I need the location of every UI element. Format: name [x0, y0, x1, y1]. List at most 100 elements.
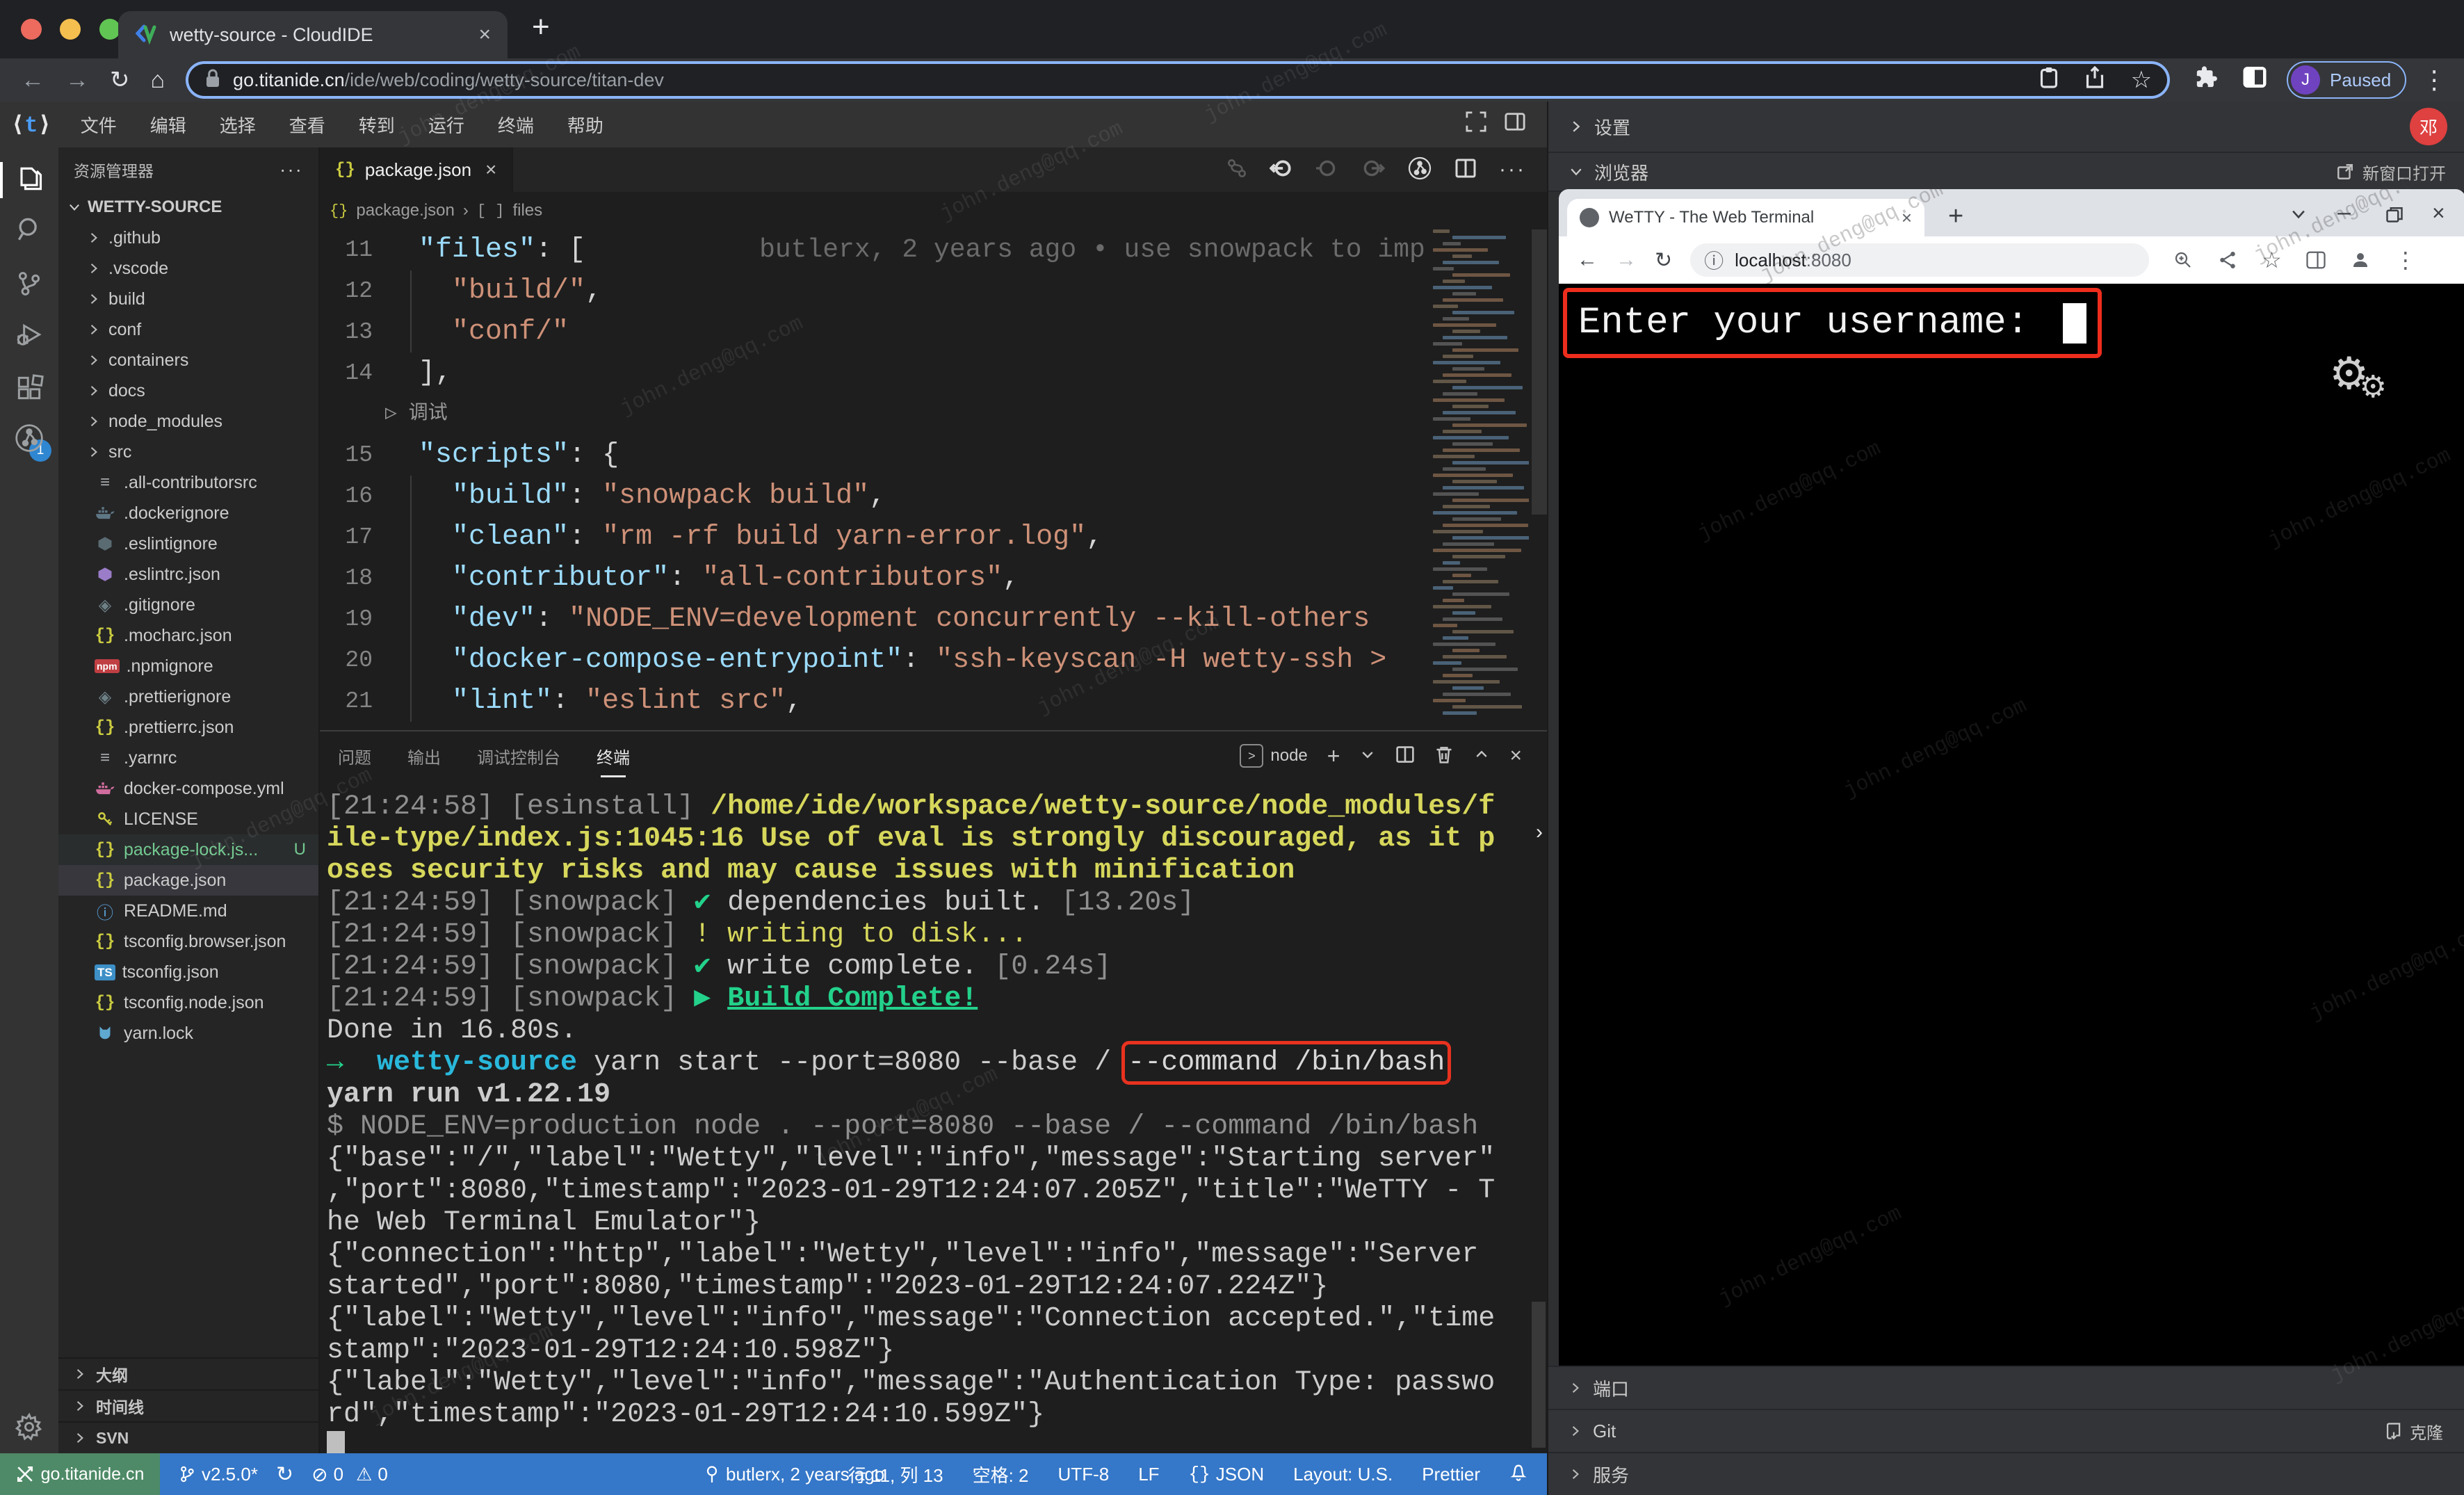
embedded-tab-close-icon[interactable]: ×: [1902, 207, 1912, 229]
menu-item-1[interactable]: 文件: [64, 112, 133, 138]
home-icon[interactable]: ⌂: [151, 67, 165, 94]
tree-file-README.md[interactable]: ⓘREADME.md: [58, 896, 318, 926]
tree-folder-conf[interactable]: conf: [58, 314, 318, 345]
problems-indicator[interactable]: ⊘0 ⚠0: [311, 1463, 388, 1486]
menu-item-8[interactable]: 帮助: [551, 112, 620, 138]
minimize-window-button[interactable]: [60, 19, 81, 40]
site-info-icon[interactable]: ⓘ: [1704, 246, 1724, 274]
embedded-forward-icon[interactable]: →: [1616, 248, 1637, 272]
source-control-icon[interactable]: [14, 268, 44, 299]
svn-icon[interactable]: [14, 423, 44, 453]
maximize-window-button[interactable]: [99, 19, 120, 40]
code-line-11[interactable]: 11 "files": [butlerx, 2 years ago • use …: [320, 229, 1547, 270]
terminal-output[interactable]: [21:24:58] [esinstall] /home/ide/workspa…: [327, 791, 1537, 1453]
terminal-dropdown-icon[interactable]: [1359, 746, 1376, 766]
code-line-12[interactable]: 12 "build/",: [320, 270, 1547, 312]
forward-icon[interactable]: →: [65, 67, 89, 94]
code-line-16[interactable]: 16 "build": "snowpack build",: [320, 476, 1547, 517]
bookmark-star-icon[interactable]: ☆: [2262, 247, 2282, 273]
menu-item-3[interactable]: 选择: [203, 112, 273, 138]
code-line-19[interactable]: 19 "dev": "NODE_ENV=development concurre…: [320, 599, 1547, 640]
breadcrumb-symbol[interactable]: files: [512, 201, 542, 220]
zoom-icon[interactable]: [2173, 250, 2194, 270]
minimap[interactable]: [1429, 229, 1529, 716]
menu-item-5[interactable]: 转到: [342, 112, 412, 138]
clipboard-icon[interactable]: [2039, 66, 2059, 94]
tree-folder-.vscode[interactable]: .vscode: [58, 253, 318, 284]
sync-icon[interactable]: ↻: [276, 1462, 293, 1487]
tree-file-yarn.lock[interactable]: yarn.lock: [58, 1018, 318, 1049]
tree-file-tsconfig.json[interactable]: TStsconfig.json: [58, 957, 318, 987]
sidebar-section-时间线[interactable]: 时间线: [58, 1389, 318, 1421]
user-avatar[interactable]: 邓: [2410, 108, 2447, 145]
tree-file-docker-compose.yml[interactable]: docker-compose.yml: [58, 773, 318, 804]
search-icon[interactable]: [14, 214, 44, 245]
new-terminal-icon[interactable]: +: [1327, 743, 1340, 769]
code-line-20[interactable]: 20 "docker-compose-entrypoint": "ssh-key…: [320, 640, 1547, 681]
tree-folder-src[interactable]: src: [58, 437, 318, 467]
back-icon[interactable]: ←: [21, 67, 44, 94]
embedded-close-icon[interactable]: ×: [2432, 200, 2445, 226]
eol[interactable]: LF: [1138, 1464, 1159, 1485]
tree-file-LICENSE[interactable]: LICENSE: [58, 804, 318, 834]
cursor-position[interactable]: 行 11, 列 13: [848, 1462, 943, 1487]
menu-item-2[interactable]: 编辑: [133, 112, 203, 138]
tree-folder-.github[interactable]: .github: [58, 223, 318, 253]
new-tab-button[interactable]: +: [532, 10, 550, 45]
code-area[interactable]: 11 "files": [butlerx, 2 years ago • use …: [320, 229, 1547, 722]
nav-circle-icon[interactable]: [1315, 156, 1339, 184]
tree-file-tsconfig.node.json[interactable]: {}tsconfig.node.json: [58, 987, 318, 1018]
tree-file-.eslintignore[interactable]: .eslintignore: [58, 528, 318, 559]
kill-terminal-icon[interactable]: [1434, 745, 1454, 768]
settings-section-header[interactable]: 设置 邓: [1548, 102, 2464, 153]
panel-tab-输出[interactable]: 输出: [407, 732, 441, 780]
open-new-window-button[interactable]: 新窗口打开: [2336, 160, 2446, 184]
tree-file-.yarnrc[interactable]: ≡.yarnrc: [58, 743, 318, 773]
keyboard-layout[interactable]: Layout: U.S.: [1293, 1464, 1393, 1485]
embedded-restore-icon[interactable]: [2385, 204, 2404, 227]
breadcrumb[interactable]: {} package.json › [ ] files: [330, 192, 542, 229]
menu-item-6[interactable]: 运行: [412, 112, 481, 138]
tree-file-.prettierignore[interactable]: ◈.prettierignore: [58, 681, 318, 712]
clone-button[interactable]: 克隆: [2385, 1419, 2443, 1444]
bookmark-star-icon[interactable]: ☆: [2131, 66, 2152, 94]
tree-file-.eslintrc.json[interactable]: .eslintrc.json: [58, 559, 318, 590]
tree-folder-build[interactable]: build: [58, 284, 318, 314]
tree-folder-docs[interactable]: docs: [58, 375, 318, 406]
embedded-new-tab-icon[interactable]: +: [1948, 202, 1963, 232]
embedded-menu-icon[interactable]: ⋮: [2394, 247, 2417, 273]
settings-gear-icon[interactable]: [14, 1412, 44, 1442]
code-line-21[interactable]: 21 "lint": "eslint src",: [320, 681, 1547, 722]
share-icon[interactable]: [2085, 66, 2105, 94]
share-nodes-icon[interactable]: [2217, 250, 2238, 270]
embedded-tabs-chevron-icon[interactable]: [2289, 204, 2308, 227]
tree-file-.gitignore[interactable]: ◈.gitignore: [58, 590, 318, 620]
tree-file-.dockerignore[interactable]: .dockerignore: [58, 498, 318, 528]
profile-chip[interactable]: J Paused: [2287, 61, 2406, 99]
tree-folder-node_modules[interactable]: node_modules: [58, 406, 318, 437]
right-section-服务[interactable]: 服务: [1548, 1452, 2464, 1495]
code-line-13[interactable]: 13 "conf/": [320, 312, 1547, 353]
web-terminal[interactable]: Enter your username: ⚙⚙: [1559, 284, 2464, 1387]
editor-tab-close-icon[interactable]: ×: [485, 159, 496, 181]
run-debug-icon[interactable]: [14, 321, 44, 351]
profile-person-icon[interactable]: [2350, 250, 2371, 270]
explorer-icon[interactable]: [14, 163, 44, 194]
code-line-14[interactable]: 14 ],: [320, 353, 1547, 394]
split-editor-icon[interactable]: [1454, 157, 1477, 183]
embedded-minimize-icon[interactable]: –: [2337, 199, 2351, 226]
editor-tab-package-json[interactable]: {} package.json ×: [320, 147, 513, 192]
indentation[interactable]: 空格: 2: [973, 1462, 1029, 1487]
compare-changes-icon[interactable]: [1226, 158, 1247, 182]
timeline-branch-icon[interactable]: [1407, 156, 1432, 184]
breadcrumb-file[interactable]: package.json: [356, 201, 454, 220]
codelens-row[interactable]: ▷ 调试: [320, 394, 1547, 435]
tree-file-package-lock.js...[interactable]: {}package-lock.js...U: [58, 834, 318, 865]
language-mode[interactable]: {}JSON: [1189, 1464, 1265, 1485]
extensions-puzzle-icon[interactable]: [2195, 65, 2219, 95]
close-window-button[interactable]: [21, 19, 42, 40]
tree-file-tsconfig.browser.json[interactable]: {}tsconfig.browser.json: [58, 926, 318, 957]
panel-tab-终端[interactable]: 终端: [597, 732, 630, 780]
formatter[interactable]: Prettier: [1422, 1464, 1480, 1485]
right-section-端口[interactable]: 端口: [1548, 1366, 2464, 1409]
